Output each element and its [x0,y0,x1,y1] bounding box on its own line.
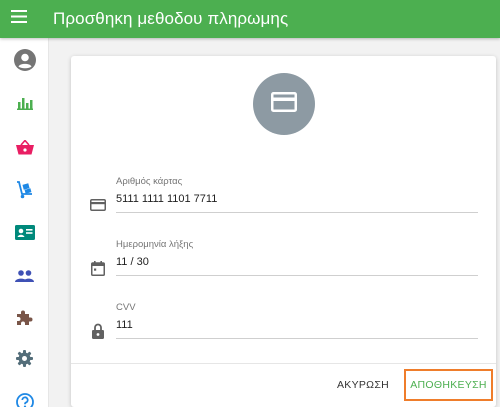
cvv-input[interactable] [116,319,476,331]
save-button[interactable]: ΑΠΟΘΗΚΕΥΣΗ [404,369,493,401]
sidebar-item-account[interactable] [0,42,49,82]
lock-icon [89,322,107,340]
expiry-date-input[interactable] [116,256,476,268]
sidebar-item-orders[interactable] [0,130,49,170]
sidebar [0,38,49,407]
payment-method-card: Αριθμός κάρτας Ημερομηνία λήξης [71,56,496,407]
sidebar-item-settings[interactable] [0,341,49,381]
shopping-basket-icon [15,139,34,160]
contact-card-icon [14,225,35,245]
sidebar-item-reports[interactable] [0,85,49,125]
cvv-underline [116,338,478,339]
account-icon [13,48,36,76]
gear-icon [16,350,33,372]
puzzle-icon [16,309,33,331]
sidebar-item-help[interactable] [0,384,49,407]
actions-divider [71,363,496,364]
bar-chart-icon [16,96,33,115]
sidebar-item-deliveries[interactable] [0,172,49,212]
sidebar-item-extensions[interactable] [0,300,49,340]
credit-card-icon [271,91,297,117]
expiry-date-underline [116,275,478,276]
credit-card-icon [89,196,107,214]
sidebar-item-users[interactable] [0,258,49,298]
hand-truck-icon [16,180,34,204]
card-number-underline [116,212,478,213]
cancel-button[interactable]: ΑΚΥΡΩΣΗ [331,369,395,401]
page-title: Προσθηκη μεθοδου πληρωμης [53,9,289,28]
app-bar: Προσθηκη μεθοδου πληρωμης [0,0,500,38]
expiry-date-field[interactable]: Ημερομηνία λήξης [89,239,479,289]
people-icon [15,269,34,287]
card-avatar [253,73,315,135]
card-number-input[interactable] [116,193,476,205]
cvv-field[interactable]: CVV [89,302,479,352]
card-number-label: Αριθμός κάρτας [116,176,183,187]
cvv-label: CVV [116,302,136,313]
card-number-field[interactable]: Αριθμός κάρτας [89,176,479,226]
help-icon [15,392,34,407]
hamburger-menu-icon [11,10,27,28]
menu-button[interactable] [0,0,38,38]
expiry-date-label: Ημερομηνία λήξης [116,239,194,250]
calendar-icon [89,259,107,277]
sidebar-item-contacts[interactable] [0,215,49,255]
